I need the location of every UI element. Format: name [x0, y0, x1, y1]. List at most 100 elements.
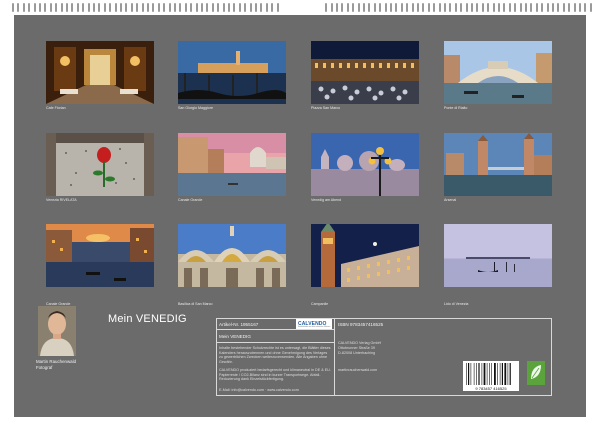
binding-ring	[433, 3, 436, 12]
binding-ring	[449, 3, 452, 12]
author-name: Martin Rauchenwald	[36, 359, 77, 364]
photo-ponte-di-rialto	[444, 41, 552, 104]
binding-ring	[66, 3, 68, 12]
binding-ring	[422, 3, 425, 12]
binding-ring	[157, 3, 160, 12]
photo-piazza-san-marco	[311, 41, 419, 104]
barcode-bar	[473, 363, 475, 385]
binding-ring	[481, 3, 484, 12]
binding-ring	[411, 3, 414, 12]
binding-ring	[454, 3, 457, 12]
binding-ring	[141, 3, 144, 12]
binding-ring	[136, 3, 139, 12]
binding-ring	[125, 3, 128, 12]
calendar-back-page: Cafe Florian San Giorgio Maggiore Piazza…	[0, 0, 600, 432]
binding-ring	[373, 3, 376, 12]
binding-ring	[487, 3, 490, 12]
binding-ring	[28, 3, 31, 12]
photo-canale-grande-1	[178, 133, 286, 196]
binding-ring	[465, 3, 468, 12]
publisher-name: CALVENDO Verlag GmbH	[338, 341, 382, 345]
binding-ring	[535, 3, 538, 12]
binding-ring	[579, 3, 581, 12]
binding-ring	[12, 3, 14, 12]
binding-ring	[17, 3, 20, 12]
binding-ring	[255, 3, 257, 12]
product-name: Mein VENEDIG	[219, 334, 251, 339]
binding-ring	[530, 3, 533, 12]
author-photo	[38, 306, 76, 356]
binding-ring	[271, 3, 274, 12]
binding-ring	[82, 3, 85, 12]
binding-ring	[174, 3, 176, 12]
barcode-number: 9 783457 416525	[475, 386, 507, 391]
binding-ring	[325, 3, 328, 12]
binding-ring	[49, 3, 52, 12]
barcode-bar	[478, 363, 480, 385]
binding-ring	[503, 3, 506, 12]
calendar-title: Mein VENEDIG	[108, 313, 187, 325]
barcode-bar	[470, 363, 472, 385]
binding-ring	[103, 3, 106, 12]
binding-ring	[417, 3, 419, 12]
binding-ring	[39, 3, 41, 12]
legal-text-1: Inhalte bestehender Schutzrechte ist es …	[219, 346, 331, 364]
binding-ring	[249, 3, 252, 12]
hanger-hole	[287, 0, 313, 10]
divider	[216, 342, 334, 343]
binding-ring	[184, 3, 187, 12]
binding-ring	[357, 3, 360, 12]
binding-ring	[400, 3, 403, 12]
binding-ring	[390, 3, 392, 12]
binding-ring	[438, 3, 441, 12]
legal-text-2: CALVENDO produziert bedarfsgerecht und k…	[219, 368, 331, 382]
binding-ring	[206, 3, 209, 12]
barcode-bar	[494, 363, 496, 385]
binding-ring	[228, 3, 230, 12]
photo-venedig-am-abend	[311, 133, 419, 196]
article-number: Artikel-Nr. 1955167	[219, 322, 259, 327]
binding-ring	[368, 3, 371, 12]
binding-ring	[514, 3, 517, 12]
binding-ring	[130, 3, 133, 12]
binding-ring	[222, 3, 225, 12]
binding-ring	[384, 3, 387, 12]
binding-ring	[217, 3, 220, 12]
barcode-bar	[509, 363, 511, 385]
binding-ring	[460, 3, 463, 12]
binding-ring	[508, 3, 511, 12]
photo-caption: Ponte di Rialto	[444, 106, 468, 110]
binding-ring	[341, 3, 344, 12]
photo-lido-di-venezia	[444, 224, 552, 287]
binding-ring	[55, 3, 58, 12]
photo-san-giorgio	[178, 41, 286, 104]
barcode-bar	[491, 363, 492, 385]
eco-badge	[527, 361, 545, 385]
binding-ring	[352, 3, 355, 12]
barcode-bar	[468, 363, 470, 385]
barcode-bar	[483, 363, 486, 385]
photo-caption: Cafe Florian	[46, 106, 66, 110]
binding-ring	[179, 3, 182, 12]
calvendo-logo-subtext: Fotokalender mit den schönsten Motiven	[298, 325, 331, 328]
barcode-bar	[504, 363, 507, 385]
photo-basilica-san-marco	[178, 224, 286, 287]
binding-ring	[71, 3, 74, 12]
binding-ring	[33, 3, 36, 12]
photo-arsenal	[444, 133, 552, 196]
binding-ring	[557, 3, 560, 12]
barcode-bar	[466, 363, 467, 385]
binding-ring	[147, 3, 149, 12]
binding-ring	[519, 3, 522, 12]
divider	[216, 329, 334, 330]
binding-ring	[471, 3, 473, 12]
binding-ring	[238, 3, 241, 12]
barcode-bar	[489, 363, 490, 385]
binding-ring	[44, 3, 47, 12]
photo-caption: Campanile	[311, 302, 329, 306]
binding-ring	[379, 3, 382, 12]
binding-ring	[244, 3, 247, 12]
binding-ring	[276, 3, 279, 12]
binding-ring	[120, 3, 122, 12]
divider	[334, 318, 335, 396]
